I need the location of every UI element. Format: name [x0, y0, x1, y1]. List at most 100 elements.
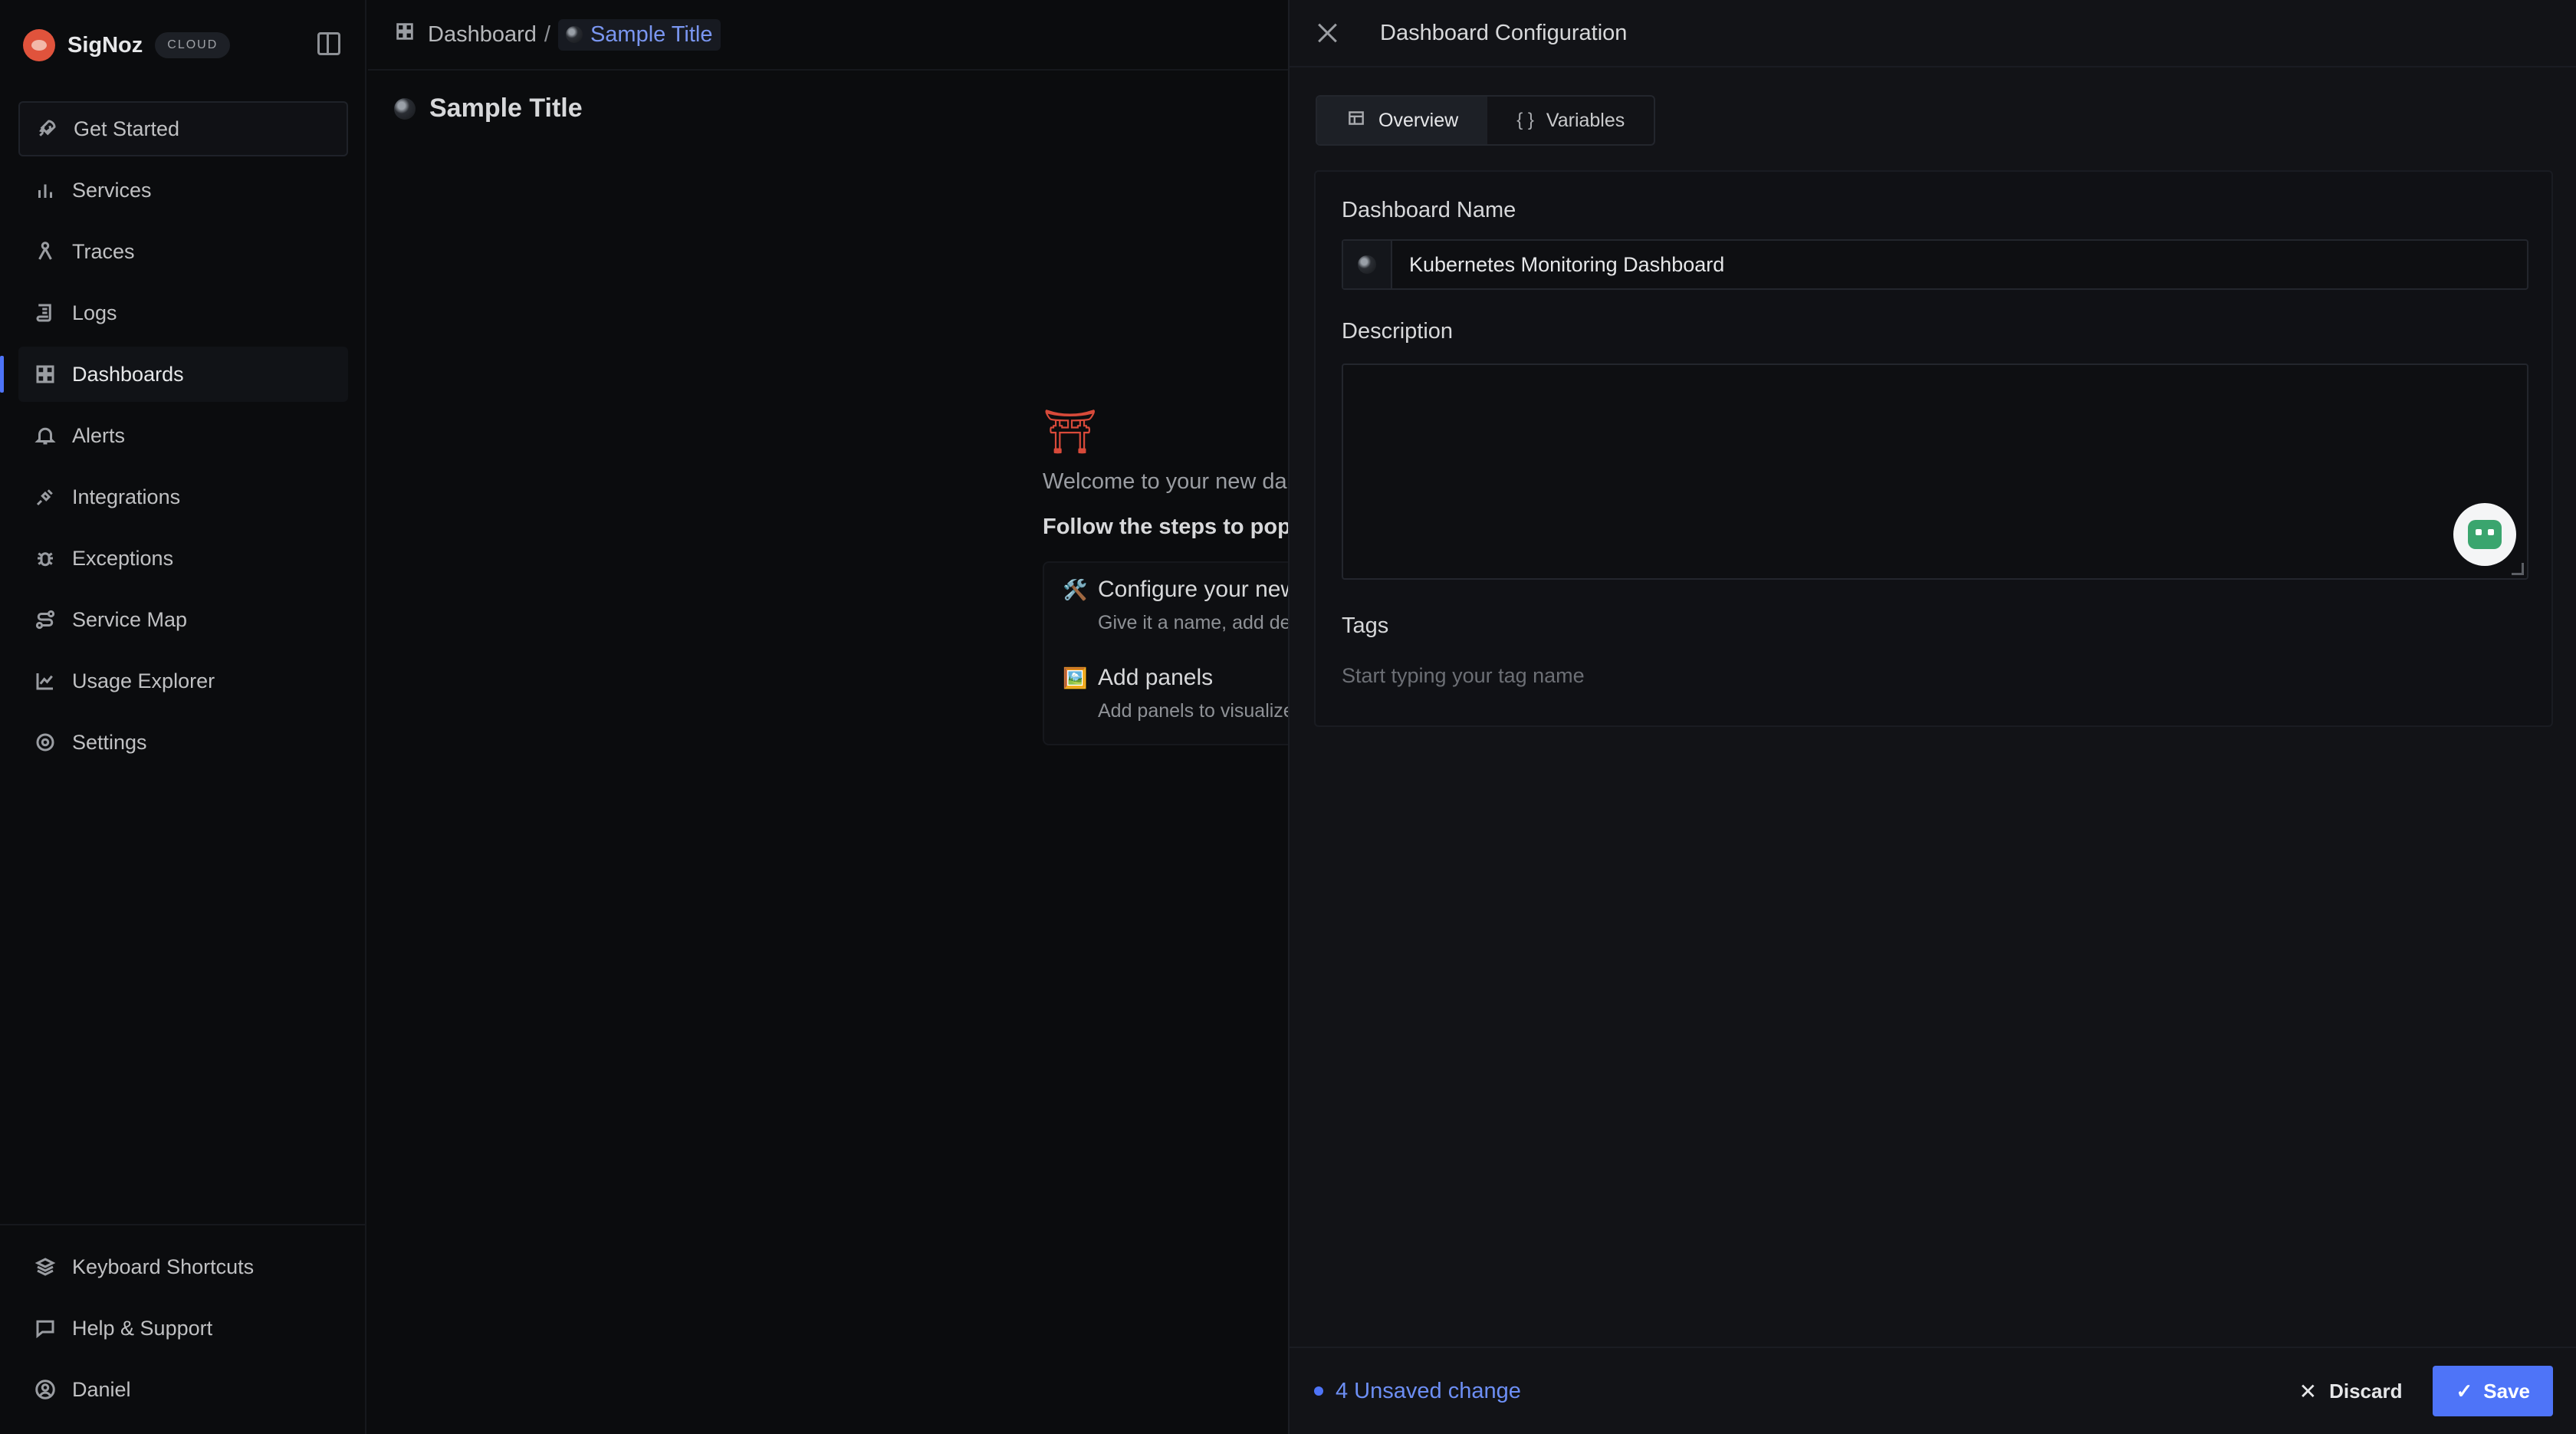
cloud-badge: CLOUD	[155, 32, 231, 58]
drawer-title: Dashboard Configuration	[1380, 20, 1628, 45]
sidebar-item-label: Integrations	[72, 485, 181, 508]
discard-label: Discard	[2329, 1379, 2403, 1403]
bar-chart-icon	[34, 179, 57, 202]
sidebar-item-dashboards[interactable]: Dashboards	[0, 347, 348, 402]
sidebar-item-label: Dashboards	[72, 362, 184, 386]
sidebar-item-logs[interactable]: Logs	[18, 285, 348, 340]
sidebar-nav: Get Started Services Traces Logs Dashboa…	[0, 101, 348, 776]
traces-icon	[34, 240, 57, 263]
tab-label: Variables	[1546, 109, 1625, 131]
unsaved-changes-indicator: 4 Unsaved change	[1314, 1379, 1521, 1404]
braces-icon: { }	[1516, 110, 1534, 130]
message-square-icon	[34, 1317, 57, 1340]
plug-icon	[34, 485, 57, 508]
tags-input[interactable]	[1342, 664, 2528, 688]
brand-name: SigNoz	[67, 32, 143, 58]
drawer-header: Dashboard Configuration	[1290, 0, 2576, 67]
sidebar-item-label: Exceptions	[72, 546, 174, 570]
sidebar: SigNoz CLOUD Get Started Services Traces…	[0, 0, 366, 1434]
discard-button[interactable]: ✕ Discard	[2284, 1367, 2418, 1416]
drawer-footer: 4 Unsaved change ✕ Discard ✓ Save	[1290, 1347, 2576, 1434]
layout-grid-icon	[394, 21, 416, 48]
sidebar-item-label: Alerts	[72, 423, 126, 447]
sidebar-item-settings[interactable]: Settings	[18, 715, 348, 770]
step-title: Add panels	[1098, 665, 1214, 690]
page-title-text: Sample Title	[429, 94, 583, 123]
layout-grid-icon	[34, 363, 57, 386]
emoji-picker-button[interactable]	[1343, 241, 1392, 288]
sidebar-item-exceptions[interactable]: Exceptions	[18, 531, 348, 586]
breadcrumb-current[interactable]: Sample Title	[557, 18, 721, 51]
sidebar-item-label: Help & Support	[72, 1316, 213, 1340]
breadcrumb-separator: /	[544, 21, 550, 47]
sidebar-item-label: Daniel	[72, 1377, 131, 1401]
assistant-button[interactable]	[2453, 503, 2516, 566]
description-field	[1342, 363, 2528, 580]
save-button[interactable]: ✓ Save	[2433, 1366, 2553, 1416]
sidebar-item-service-map[interactable]: Service Map	[18, 592, 348, 647]
description-label: Description	[1342, 319, 1454, 344]
sidebar-item-get-started[interactable]: Get Started	[18, 101, 348, 156]
route-icon	[34, 608, 57, 631]
save-label: Save	[2483, 1379, 2530, 1403]
billiard-ball-icon	[1358, 255, 1376, 274]
footer-actions: ✕ Discard ✓ Save	[2284, 1366, 2553, 1416]
breadcrumb-dashboard-link[interactable]: Dashboard	[428, 22, 537, 48]
user-circle-icon	[34, 1378, 57, 1401]
sidebar-item-label: Usage Explorer	[72, 669, 215, 692]
billiard-ball-icon	[565, 26, 583, 43]
sidebar-item-label: Keyboard Shortcuts	[72, 1255, 255, 1278]
gear-icon	[34, 731, 57, 754]
page-title: Sample Title	[394, 94, 583, 123]
rocket-icon	[35, 117, 58, 140]
dashboard-configuration-drawer: Dashboard Configuration Overview { } Var…	[1288, 0, 2576, 1434]
dashboard-name-field	[1342, 239, 2528, 290]
picture-icon: 🖼️	[1063, 666, 1088, 689]
unsaved-changes-text: 4 Unsaved change	[1336, 1378, 1521, 1403]
breadcrumb-current-label: Sample Title	[590, 21, 713, 47]
billiard-ball-icon	[394, 97, 416, 120]
layers-icon	[34, 1255, 57, 1278]
sidebar-item-traces[interactable]: Traces	[18, 224, 348, 279]
step-title: Configure your new	[1098, 577, 1298, 602]
close-icon[interactable]	[1317, 22, 1339, 44]
bell-icon	[34, 424, 57, 447]
sidebar-footer: Keyboard Shortcuts Help & Support Daniel	[0, 1224, 366, 1423]
signoz-logo-icon	[23, 29, 55, 61]
sidebar-item-integrations[interactable]: Integrations	[18, 469, 348, 525]
close-icon: ✕	[2298, 1379, 2318, 1403]
description-textarea[interactable]	[1343, 365, 2527, 578]
main-content: Dashboard / Sample Title Sample Title ⛩ …	[368, 0, 1380, 1434]
dashboard-name-label: Dashboard Name	[1342, 198, 1516, 222]
config-tabs: Overview { } Variables	[1316, 95, 1656, 146]
robot-icon	[2468, 520, 2502, 549]
sidebar-item-services[interactable]: Services	[18, 163, 348, 218]
sidebar-item-label: Logs	[72, 301, 117, 324]
sidebar-item-label: Services	[72, 178, 152, 202]
bug-icon	[34, 547, 57, 570]
sidebar-item-label: Settings	[72, 730, 147, 754]
tab-label: Overview	[1378, 109, 1459, 131]
breadcrumb: Dashboard / Sample Title	[368, 0, 1288, 71]
overview-panel: Dashboard Name Description Tags	[1314, 170, 2553, 727]
sidebar-item-usage-explorer[interactable]: Usage Explorer	[18, 653, 348, 709]
line-chart-icon	[34, 669, 57, 692]
sidebar-item-help-support[interactable]: Help & Support	[18, 1301, 348, 1356]
collapse-sidebar-icon[interactable]	[317, 32, 340, 55]
check-icon: ✓	[2456, 1379, 2473, 1403]
status-dot-icon	[1314, 1386, 1323, 1396]
tab-variables[interactable]: { } Variables	[1487, 97, 1654, 144]
tab-overview[interactable]: Overview	[1317, 97, 1488, 144]
brand[interactable]: SigNoz CLOUD	[23, 28, 231, 63]
sidebar-item-keyboard-shortcuts[interactable]: Keyboard Shortcuts	[18, 1239, 348, 1294]
sidebar-item-label: Service Map	[72, 607, 188, 631]
resize-handle-icon[interactable]	[2512, 563, 2524, 575]
tools-icon: 🛠️	[1063, 577, 1088, 601]
dashboard-name-input[interactable]	[1392, 252, 2527, 277]
sidebar-item-alerts[interactable]: Alerts	[18, 408, 348, 463]
tags-label: Tags	[1342, 613, 1389, 638]
sidebar-item-label: Get Started	[74, 117, 180, 140]
sidebar-item-user[interactable]: Daniel	[18, 1362, 348, 1417]
scroll-icon	[34, 301, 57, 324]
table-icon	[1346, 108, 1366, 133]
